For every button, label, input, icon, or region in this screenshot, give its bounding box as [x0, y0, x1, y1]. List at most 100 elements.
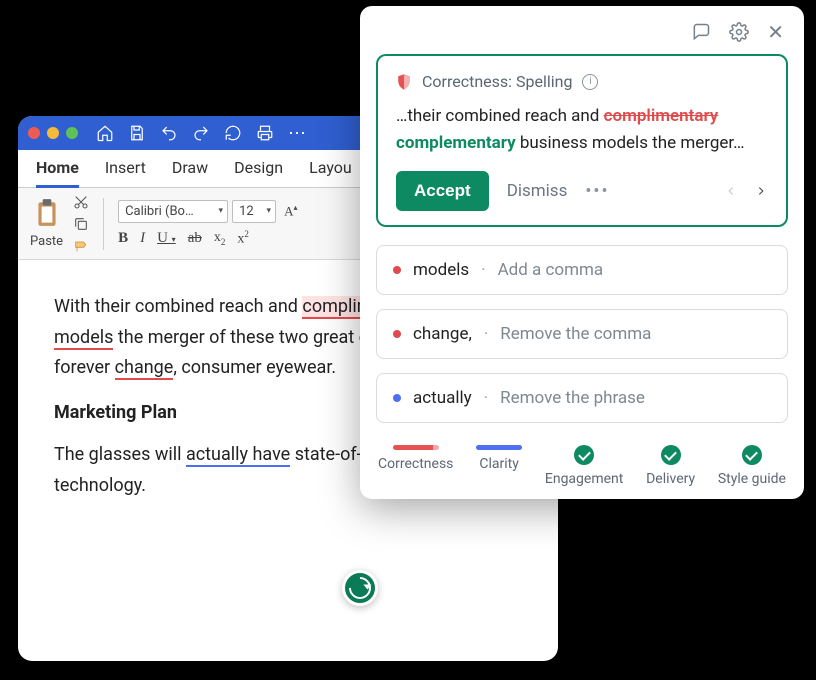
grow-font[interactable]: A▴ — [280, 201, 301, 221]
footer-label: Correctness — [378, 456, 453, 472]
collapsed-word: models — [413, 260, 469, 280]
separator: · — [484, 324, 488, 344]
footer-delivery[interactable]: Delivery — [646, 445, 695, 487]
redo-icon[interactable] — [192, 124, 210, 142]
text: The glasses will — [54, 444, 186, 465]
home-icon[interactable] — [96, 124, 114, 142]
text: With their combined reach and — [54, 296, 302, 317]
cut-icon[interactable] — [73, 194, 89, 210]
font-size-value: 12 — [239, 204, 254, 219]
suggestion-text: …their combined reach and complimentary … — [396, 103, 768, 157]
collapsed-word: actually — [413, 388, 472, 408]
text: …their combined reach and — [396, 106, 604, 126]
print-icon[interactable] — [256, 124, 274, 142]
panel-footer: Correctness Clarity Engagement Delivery … — [376, 437, 788, 489]
footer-clarity[interactable]: Clarity — [476, 445, 522, 487]
paste-label: Paste — [30, 234, 63, 249]
error-actually[interactable]: actually have — [186, 444, 290, 467]
severity-dot — [393, 394, 401, 402]
clarity-indicator — [476, 445, 522, 450]
minimize-window[interactable] — [47, 127, 59, 139]
underline-button[interactable]: U ▾ — [157, 230, 176, 247]
next-suggestion[interactable] — [754, 184, 768, 198]
bold-button[interactable]: B — [118, 230, 128, 247]
tab-design[interactable]: Design — [234, 158, 283, 187]
check-icon — [574, 445, 594, 465]
save-icon[interactable] — [128, 124, 146, 142]
paste-group: Paste — [30, 198, 63, 249]
copy-icon[interactable] — [73, 216, 89, 232]
severity-dot — [393, 266, 401, 274]
chevron-down-icon: ▾ — [267, 206, 272, 216]
more-options-icon[interactable]: ••• — [585, 181, 609, 202]
suggestion-card-collapsed[interactable]: models · Add a comma — [376, 245, 788, 295]
card-actions: Accept Dismiss ••• — [396, 171, 768, 211]
more-icon[interactable]: ⋯ — [288, 123, 307, 144]
paste-button[interactable] — [34, 198, 60, 232]
gear-icon[interactable] — [729, 22, 749, 42]
font-name-select[interactable]: Calibri (Bo… ▾ — [118, 200, 228, 223]
window-controls — [28, 127, 78, 139]
undo-icon[interactable] — [160, 124, 178, 142]
collapsed-word: change, — [413, 324, 472, 344]
refresh-icon[interactable] — [224, 124, 242, 142]
quick-access-toolbar: ⋯ — [96, 123, 307, 144]
grammarly-badge[interactable] — [342, 570, 378, 606]
close-window[interactable] — [28, 127, 40, 139]
card-header: Correctness: Spelling i — [396, 72, 768, 91]
info-icon[interactable]: i — [582, 74, 598, 90]
footer-correctness[interactable]: Correctness — [378, 445, 453, 487]
format-painter-icon[interactable] — [73, 238, 89, 254]
maximize-window[interactable] — [66, 127, 78, 139]
font-group: Calibri (Bo… ▾ 12 ▾ A▴ B I U ▾ ab x2 x2 — [118, 200, 301, 248]
grammarly-logo-icon — [344, 572, 375, 603]
card-category: Correctness: Spelling — [422, 72, 572, 91]
text: business models the merger… — [516, 133, 745, 153]
chevron-down-icon: ▾ — [219, 206, 224, 216]
close-icon[interactable]: ✕ — [767, 22, 784, 42]
accept-button[interactable]: Accept — [396, 171, 489, 211]
collapsed-hint: Add a comma — [498, 260, 604, 280]
dismiss-button[interactable]: Dismiss — [507, 181, 568, 201]
separator: · — [481, 260, 485, 280]
text: , consumer eyewear. — [173, 357, 336, 378]
prev-suggestion — [724, 184, 738, 198]
panel-toolbar: ✕ — [376, 20, 788, 54]
footer-label: Engagement — [545, 471, 623, 487]
suggestion-card-collapsed[interactable]: change, · Remove the comma — [376, 309, 788, 359]
suggestion-card-collapsed[interactable]: actually · Remove the phrase — [376, 373, 788, 423]
clipboard-icon — [34, 198, 60, 228]
footer-style-guide[interactable]: Style guide — [718, 445, 786, 487]
subscript-button[interactable]: x2 — [214, 230, 226, 247]
comment-icon[interactable] — [691, 22, 711, 42]
footer-label: Style guide — [718, 471, 786, 487]
tab-home[interactable]: Home — [36, 158, 79, 188]
error-models[interactable]: models — [54, 327, 113, 350]
collapsed-hint: Remove the comma — [500, 324, 651, 344]
check-icon — [661, 445, 681, 465]
error-change[interactable]: change — [115, 357, 174, 380]
card-nav — [724, 184, 768, 198]
font-size-select[interactable]: 12 ▾ — [232, 200, 276, 223]
check-icon — [742, 445, 762, 465]
ribbon-separator — [103, 198, 104, 250]
collapsed-hint: Remove the phrase — [500, 388, 645, 408]
severity-dot — [393, 330, 401, 338]
font-name-value: Calibri (Bo… — [125, 204, 194, 219]
replacement-word: complementary — [396, 133, 516, 153]
tab-draw[interactable]: Draw — [172, 158, 208, 187]
tab-layout[interactable]: Layou — [309, 158, 352, 187]
superscript-button[interactable]: x2 — [237, 229, 249, 248]
suggestion-card-active: Correctness: Spelling i …their combined … — [376, 54, 788, 227]
separator: · — [484, 388, 488, 408]
shield-icon — [396, 73, 412, 91]
tab-insert[interactable]: Insert — [105, 158, 146, 187]
footer-engagement[interactable]: Engagement — [545, 445, 623, 487]
footer-label: Clarity — [479, 456, 518, 472]
grammarly-panel: ✕ Correctness: Spelling i …their combine… — [360, 6, 804, 499]
clipboard-tools — [73, 194, 89, 254]
correctness-indicator — [393, 445, 439, 450]
strikethrough-button[interactable]: ab — [188, 230, 202, 247]
original-word: complimentary — [604, 106, 719, 126]
italic-button[interactable]: I — [140, 230, 145, 247]
